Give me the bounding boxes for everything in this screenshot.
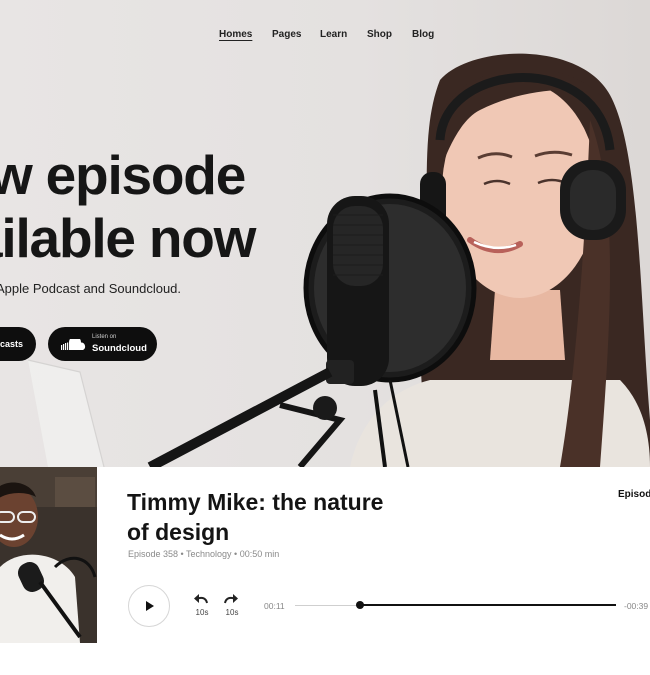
play-icon — [146, 601, 154, 611]
top-nav: Homes Pages Learn Shop Blog — [0, 29, 650, 43]
soundcloud-label: Soundcloud — [92, 343, 147, 354]
episode-title[interactable]: Timmy Mike: the nature of design — [127, 487, 407, 547]
forward-seconds: 10s — [225, 608, 239, 617]
rewind-button[interactable]: 10s — [192, 593, 212, 619]
play-button[interactable] — [128, 585, 170, 627]
hero-subtitle: Apple Podcast and Soundcloud. — [0, 281, 182, 296]
nav-homes[interactable]: Homes — [219, 29, 252, 40]
forward-icon — [224, 594, 238, 604]
hero-headline-line1: w episode — [0, 144, 246, 206]
soundcloud-icon — [60, 336, 86, 356]
nav-shop[interactable]: Shop — [367, 29, 392, 40]
hero-section: Homes Pages Learn Shop Blog w episode ai… — [0, 0, 650, 467]
listen-podcasts-button[interactable]: casts — [0, 327, 36, 361]
forward-button[interactable]: 10s — [222, 593, 242, 619]
current-time: 00:11 — [264, 601, 285, 611]
episode-thumbnail — [0, 467, 97, 643]
nav-pages[interactable]: Pages — [272, 29, 301, 40]
listen-podcasts-label: casts — [0, 339, 24, 349]
episode-card: Timmy Mike: the nature of design Episode… — [0, 467, 650, 643]
nav-blog[interactable]: Blog — [412, 29, 434, 40]
listen-soundcloud-button[interactable]: Listen on Soundcloud — [48, 327, 157, 361]
episode-meta: Episode 358 • Technology • 00:50 min — [128, 549, 280, 559]
episode-tag: Episode — [618, 489, 650, 500]
listen-on-label: Listen on — [92, 334, 117, 340]
remaining-time: -00:39 — [624, 601, 649, 611]
rewind-icon — [194, 594, 208, 604]
progress-handle[interactable] — [356, 601, 364, 609]
progress-remaining-line — [360, 604, 616, 606]
rewind-seconds: 10s — [195, 608, 209, 617]
hero-headline-line2: ailable now — [0, 207, 256, 269]
nav-learn[interactable]: Learn — [320, 29, 347, 40]
